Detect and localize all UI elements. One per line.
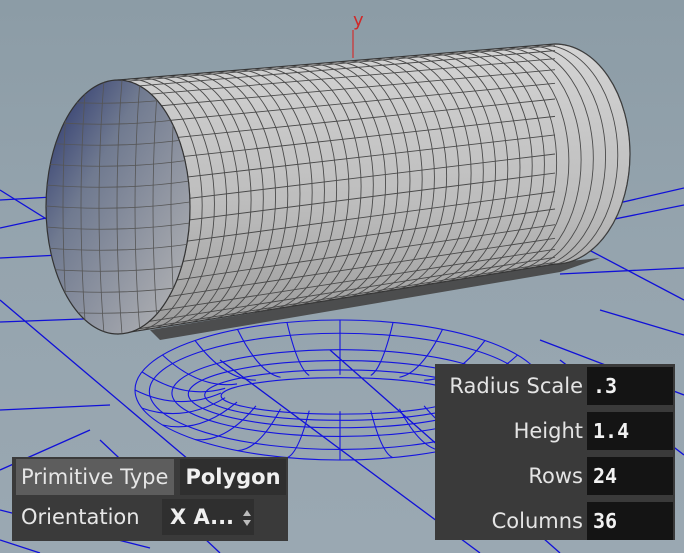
rows-label: Rows: [528, 464, 583, 488]
grid-line: [0, 539, 41, 553]
rows-field[interactable]: 24: [587, 457, 673, 495]
torus-ring: [220, 377, 460, 415]
torus-segment: [370, 322, 394, 376]
cylinder-mesh[interactable]: [45, 43, 631, 335]
torus-segment: [141, 397, 226, 415]
height-field[interactable]: 1.4: [587, 412, 673, 450]
grid-line: [599, 309, 684, 336]
radius-scale-label: Radius Scale: [449, 374, 583, 398]
cylinder-parameters-panel: Radius Scale .3 Height 1.4 Rows 24 Colum…: [435, 364, 675, 540]
radius-scale-field[interactable]: .3: [587, 367, 673, 405]
param-row-rows: Rows 24: [435, 456, 675, 496]
torus-segment: [162, 354, 238, 386]
columns-label: Columns: [491, 509, 583, 533]
orientation-value: X A...: [169, 505, 235, 529]
param-row-radius-scale: Radius Scale .3: [435, 366, 675, 406]
spinner-arrows-icon: [243, 510, 251, 526]
primitive-type-button[interactable]: Polygon: [180, 459, 286, 495]
torus-segment: [286, 322, 310, 376]
grid-line: [0, 404, 111, 411]
param-row-height: Height 1.4: [435, 411, 675, 451]
height-label: Height: [513, 419, 583, 443]
torus-segment: [162, 401, 238, 428]
param-row-columns: Columns 36: [435, 501, 675, 541]
columns-field[interactable]: 36: [587, 502, 673, 540]
y-axis-label: y: [353, 10, 364, 31]
primitive-type-label: Primitive Type: [16, 459, 174, 495]
y-axis-indicator: y: [352, 10, 364, 58]
torus-segment: [141, 371, 226, 393]
orientation-label: Orientation: [21, 505, 140, 529]
primitive-options-panel: Primitive Type Polygon Orientation X A..…: [12, 457, 288, 541]
orientation-dropdown[interactable]: X A...: [162, 499, 254, 535]
grid-line: [559, 267, 684, 275]
